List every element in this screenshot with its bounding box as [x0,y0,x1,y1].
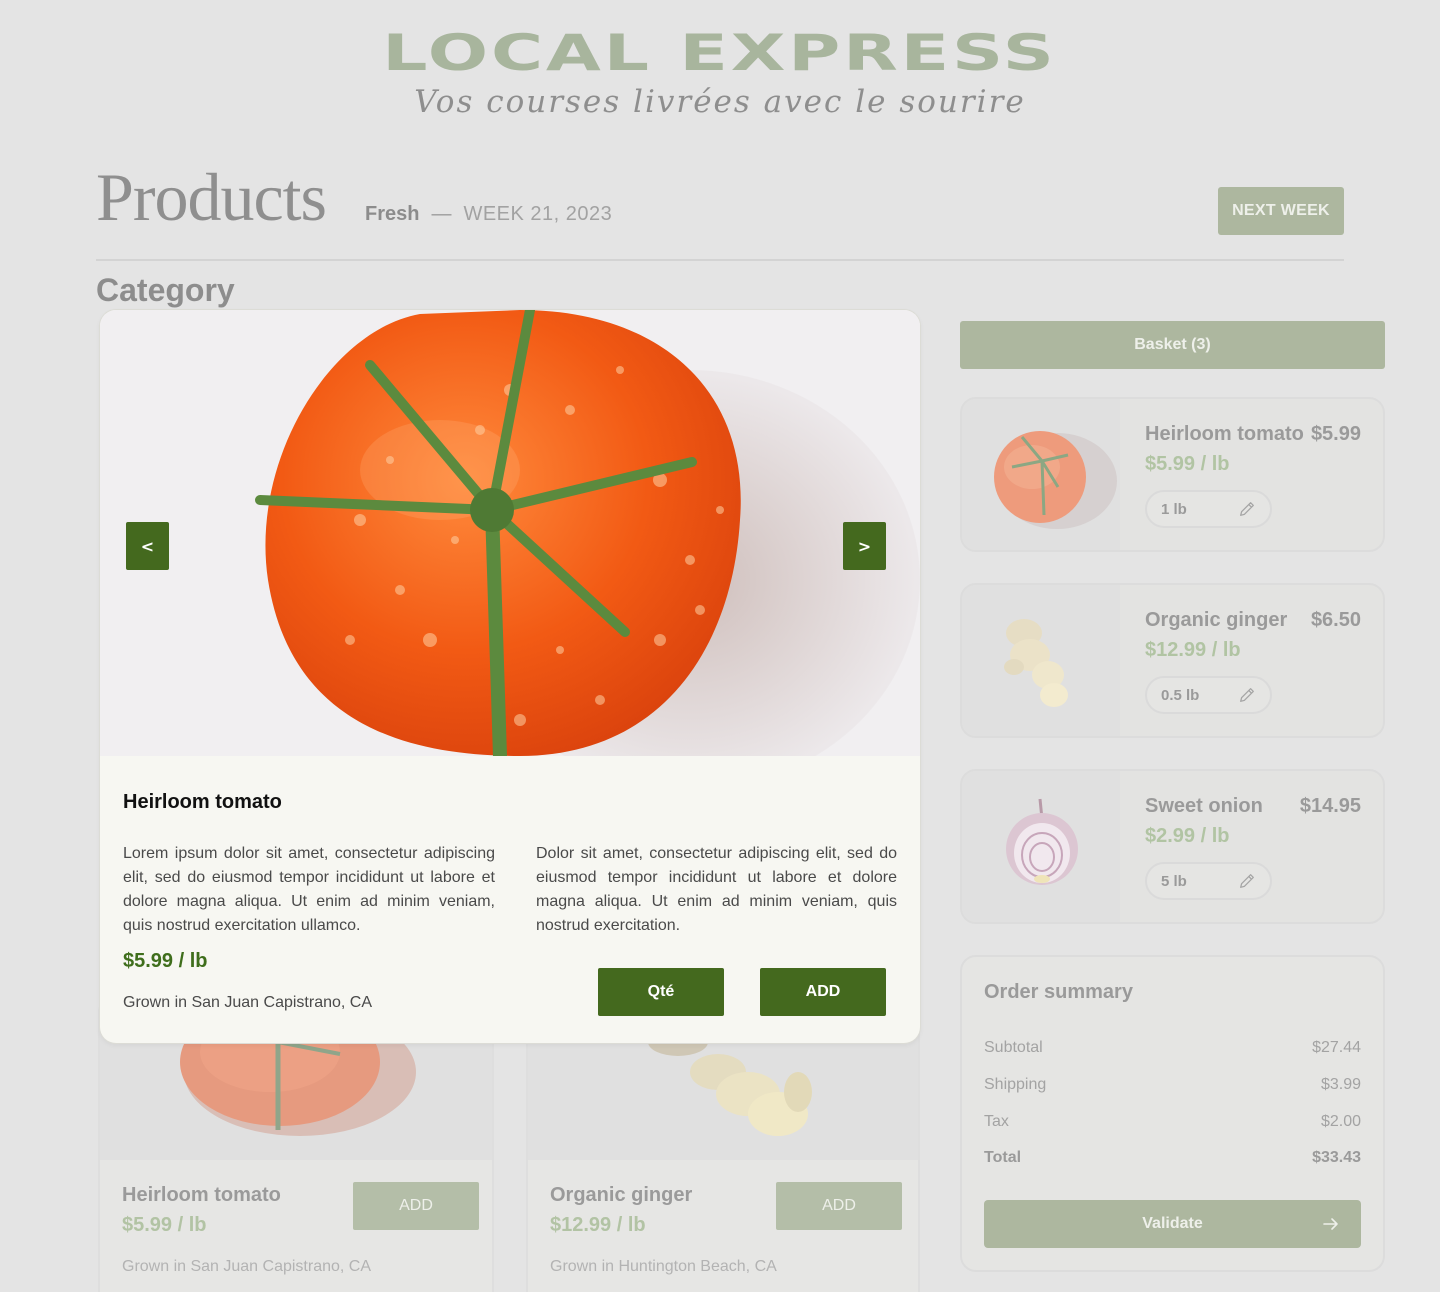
basket-item[interactable]: Sweet onion $14.95 $2.99 / lb 5 lb [960,769,1385,924]
modal-origin: Grown in San Juan Capistrano, CA [123,994,373,1011]
page-subtitle: Fresh — WEEK 21, 2023 [365,203,612,226]
summary-label: Tax [984,1113,1009,1130]
quantity-editor[interactable]: 0.5 lb [1145,676,1272,714]
summary-value: $33.43 [1312,1149,1361,1166]
basket-item-unit-price: $5.99 / lb [1145,453,1230,475]
category-heading: Category [96,272,235,308]
product-price: $12.99 / lb [550,1214,646,1236]
summary-row-subtotal: Subtotal $27.44 [984,1039,1361,1057]
summary-label: Total [984,1149,1022,1166]
summary-value: $27.44 [1312,1039,1361,1056]
add-to-basket-button[interactable]: ADD [760,968,886,1016]
next-week-button[interactable]: NEXT WEEK [1218,187,1344,235]
summary-row-shipping: Shipping $3.99 [984,1076,1361,1094]
page-title: Products [96,159,327,235]
arrow-right-icon [1323,1218,1338,1230]
quantity-editor[interactable]: 1 lb [1145,490,1272,528]
summary-value: $3.99 [1320,1076,1361,1093]
product-card[interactable]: Organic ginger $12.99 / lb Grown in Hunt… [526,1000,920,1292]
quantity-value: 5 lb [1161,872,1187,890]
basket-item[interactable]: Heirloom tomato $5.99 $5.99 / lb 1 lb [960,397,1385,552]
subtitle-week: WEEK 21, 2023 [463,203,613,225]
modal-price: $5.99 / lb [123,950,208,972]
quantity-editor[interactable]: 5 lb [1145,862,1272,900]
add-button[interactable]: ADD [776,1182,902,1230]
product-price: $5.99 / lb [122,1214,207,1236]
subtitle-fresh: Fresh [365,203,420,225]
quantity-value: 0.5 lb [1161,686,1200,704]
next-image-button[interactable]: > [843,522,886,570]
summary-value: $2.00 [1320,1113,1361,1130]
validate-button[interactable]: Validate [984,1200,1361,1248]
product-name: Organic ginger [550,1184,693,1206]
validate-label: Validate [1142,1215,1203,1232]
quantity-value: 1 lb [1161,500,1187,518]
basket-item-unit-price: $2.99 / lb [1145,825,1230,847]
summary-row-tax: Tax $2.00 [984,1113,1361,1131]
ginger-image [962,585,1120,736]
modal-product-name: Heirloom tomato [123,791,282,813]
summary-label: Subtotal [984,1039,1043,1056]
basket-item-unit-price: $12.99 / lb [1145,639,1241,661]
pencil-icon[interactable] [1238,872,1256,890]
basket-item[interactable]: Organic ginger $6.50 $12.99 / lb 0.5 lb [960,583,1385,738]
product-detail-modal: < > Heirloom tomato Lorem ipsum dolor si… [100,310,920,1043]
header-divider [96,259,1344,261]
basket-item-name: Organic ginger [1145,609,1288,631]
product-origin: Grown in Huntington Beach, CA [550,1258,777,1275]
summary-label: Shipping [984,1076,1047,1093]
prev-image-button[interactable]: < [126,522,169,570]
product-card[interactable]: Heirloom tomato $5.99 / lb Grown in San … [98,1000,494,1292]
quantity-button[interactable]: Qté [598,968,724,1016]
product-origin: Grown in San Juan Capistrano, CA [122,1258,372,1275]
modal-description-2: Dolor sit amet, consectetur adipiscing e… [536,845,897,934]
subtitle-dash: — [431,203,452,225]
product-name: Heirloom tomato [122,1184,281,1206]
onion-image [962,771,1120,922]
brand-logo: LOCAL EXPRESS [382,24,1058,82]
order-summary-title: Order summary [984,981,1133,1003]
pencil-icon[interactable] [1238,500,1256,518]
brand-tagline: Vos courses livrées avec le sourire [414,84,1026,120]
order-summary: Order summary Subtotal $27.44 Shipping $… [960,955,1385,1272]
brand-header: LOCAL EXPRESS Vos courses livrées avec l… [0,28,1440,120]
summary-row-total: Total $33.43 [984,1149,1361,1167]
add-button[interactable]: ADD [353,1182,479,1230]
basket-item-total: $5.99 [1310,423,1361,445]
tomato-photo: < > [100,310,920,756]
basket-item-total: $6.50 [1310,609,1361,631]
tomato-image [962,399,1120,550]
modal-description-1: Lorem ipsum dolor sit amet, consectetur … [123,845,495,934]
basket-item-name: Heirloom tomato [1145,423,1304,445]
basket-item-name: Sweet onion [1145,795,1263,817]
pencil-icon[interactable] [1238,686,1256,704]
basket-item-total: $14.95 [1299,795,1361,817]
basket-button[interactable]: Basket (3) [960,321,1385,369]
